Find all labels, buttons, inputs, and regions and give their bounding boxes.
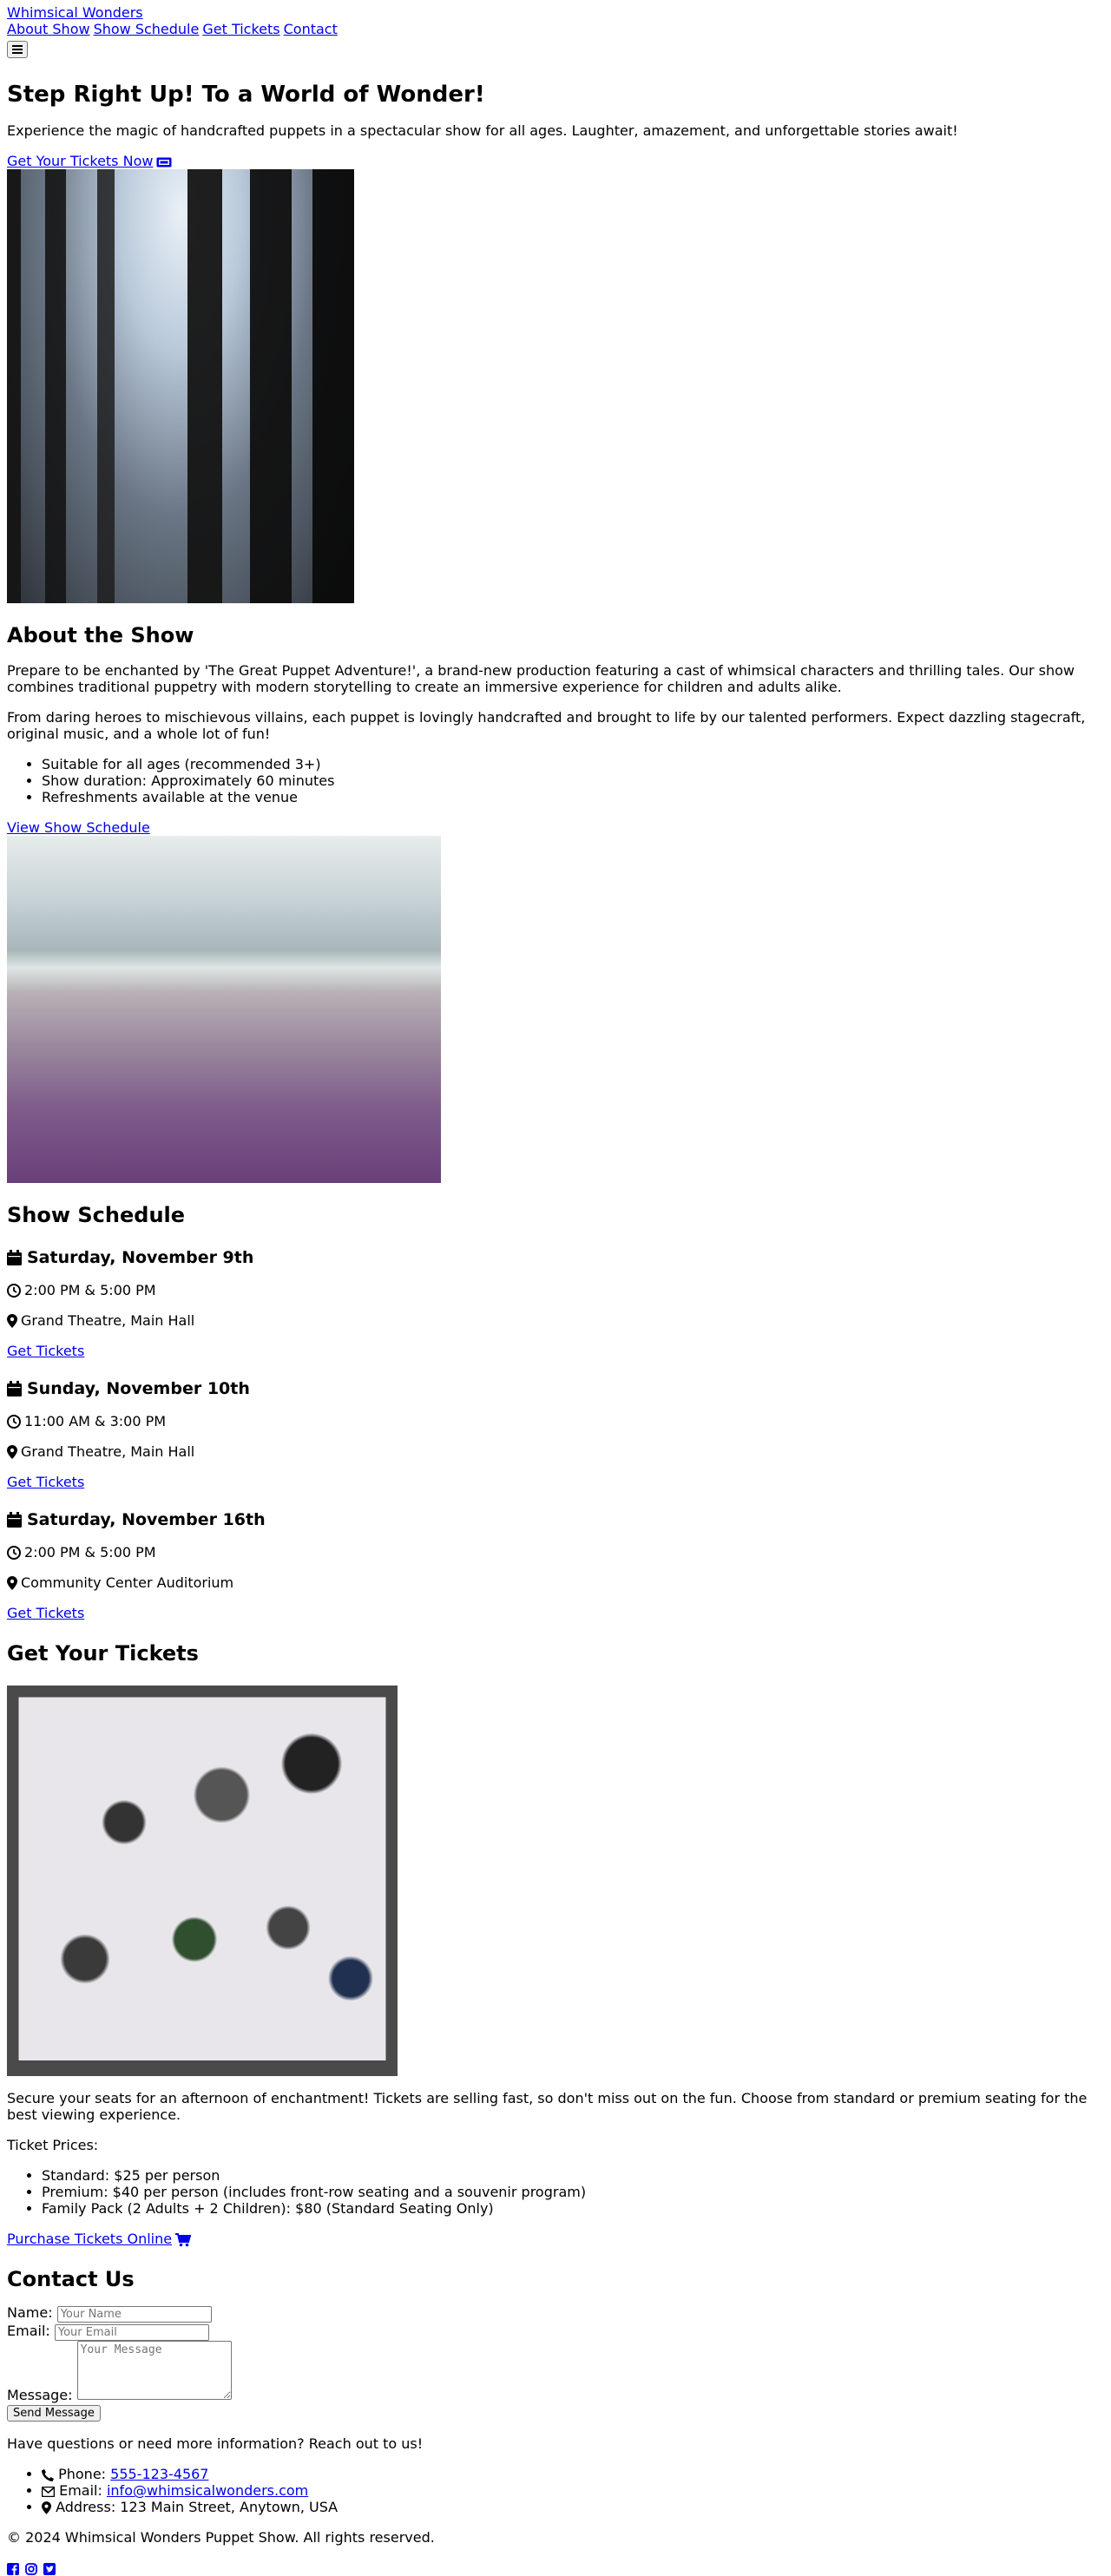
name-label: Name: bbox=[7, 2304, 53, 2321]
twitter-icon bbox=[43, 2562, 56, 2575]
map-marker-icon bbox=[7, 1444, 17, 1459]
show-date: Sunday, November 10th bbox=[7, 1378, 1104, 1399]
hero-image-forest bbox=[7, 169, 354, 603]
contact-phone-item: Phone: 555-123-4567 bbox=[42, 2466, 1104, 2482]
about-title: About the Show bbox=[7, 623, 194, 647]
clock-icon bbox=[7, 1414, 21, 1429]
about-section: About the Show Prepare to be enchanted b… bbox=[7, 622, 1104, 1183]
contact-form: Name: Email: Message: Send Message bbox=[7, 2304, 1104, 2422]
contact-title: Contact Us bbox=[7, 2267, 135, 2291]
show-date: Saturday, November 9th bbox=[7, 1247, 1104, 1268]
show-tickets-link[interactable]: Get Tickets bbox=[7, 1343, 84, 1359]
facebook-link[interactable] bbox=[7, 2560, 19, 2576]
cart-icon bbox=[175, 2232, 192, 2246]
facebook-icon bbox=[7, 2562, 19, 2575]
nav-link-about[interactable]: About Show bbox=[7, 21, 90, 37]
hero-section: Step Right Up! To a World of Wonder! Exp… bbox=[7, 81, 1104, 603]
email-link[interactable]: info@whimsicalwonders.com bbox=[107, 2482, 308, 2499]
name-field[interactable] bbox=[56, 2306, 212, 2323]
menu-toggle-button[interactable] bbox=[7, 41, 28, 58]
hero-title: Step Right Up! To a World of Wonder! bbox=[7, 82, 485, 108]
contact-address-item: Address: 123 Main Street, Anytown, USA bbox=[42, 2499, 1104, 2515]
phone-link[interactable]: 555-123-4567 bbox=[110, 2466, 208, 2482]
show-card: Saturday, November 16th 2:00 PM & 5:00 P… bbox=[7, 1509, 1104, 1621]
address-text: 123 Main Street, Anytown, USA bbox=[120, 2499, 339, 2515]
map-marker-icon bbox=[7, 1575, 17, 1590]
list-item: Premium: $40 per person (includes front-… bbox=[42, 2184, 1104, 2200]
main-nav: About Show Show Schedule Get Tickets Contac… bbox=[7, 21, 1104, 37]
show-venue: Community Center Auditorium bbox=[7, 1574, 1104, 1591]
about-feature-list: Suitable for all ages (recommended 3+) S… bbox=[7, 756, 1104, 805]
show-card: Sunday, November 10th 11:00 AM & 3:00 PM… bbox=[7, 1378, 1104, 1490]
tickets-image-parts bbox=[7, 1686, 398, 2076]
show-venue: Grand Theatre, Main Hall bbox=[7, 1443, 1104, 1460]
phone-icon bbox=[42, 2468, 54, 2481]
about-image-beach bbox=[7, 836, 441, 1183]
contact-info-list: Phone: 555-123-4567 Email: info@whimsica… bbox=[7, 2466, 1104, 2515]
map-marker-icon bbox=[7, 1313, 17, 1328]
view-schedule-link[interactable]: View Show Schedule bbox=[7, 819, 150, 836]
list-item: Show duration: Approximately 60 minutes bbox=[42, 772, 1104, 789]
list-item: Family Pack (2 Adults + 2 Children): $80… bbox=[42, 2200, 1104, 2217]
calendar-icon bbox=[7, 1512, 22, 1528]
site-footer: © 2024 Whimsical Wonders Puppet Show. Al… bbox=[7, 2529, 1104, 2576]
nav-link-contact[interactable]: Contact bbox=[284, 21, 338, 37]
email-field[interactable] bbox=[54, 2324, 209, 2341]
nav-link-schedule[interactable]: Show Schedule bbox=[94, 21, 200, 37]
twitter-link[interactable] bbox=[43, 2560, 56, 2576]
envelope-icon bbox=[42, 2486, 55, 2497]
about-paragraph-2: From daring heroes to mischievous villai… bbox=[7, 709, 1086, 742]
instagram-icon bbox=[25, 2562, 37, 2575]
show-venue: Grand Theatre, Main Hall bbox=[7, 1312, 1104, 1329]
ticket-icon bbox=[156, 157, 172, 167]
clock-icon bbox=[7, 1283, 21, 1298]
contact-email-item: Email: info@whimsicalwonders.com bbox=[42, 2482, 1104, 2499]
show-time: 11:00 AM & 3:00 PM bbox=[7, 1413, 1104, 1429]
nav-link-tickets[interactable]: Get Tickets bbox=[202, 21, 279, 37]
show-tickets-link[interactable]: Get Tickets bbox=[7, 1474, 84, 1490]
email-label: Email: bbox=[7, 2323, 50, 2339]
show-date: Saturday, November 16th bbox=[7, 1509, 1104, 1530]
contact-section: Contact Us Name: Email: Message: Send Me… bbox=[7, 2266, 1104, 2515]
show-card: Saturday, November 9th 2:00 PM & 5:00 PM… bbox=[7, 1247, 1104, 1359]
purchase-tickets-label: Purchase Tickets Online bbox=[7, 2231, 173, 2247]
list-item: Standard: $25 per person bbox=[42, 2167, 1104, 2184]
hamburger-icon bbox=[12, 45, 23, 54]
message-label: Message: bbox=[7, 2387, 73, 2403]
site-logo-link[interactable]: Whimsical Wonders bbox=[7, 4, 143, 21]
calendar-icon bbox=[7, 1250, 22, 1265]
tickets-section: Get Your Tickets Secure your seats for a… bbox=[7, 1640, 1104, 2247]
show-time: 2:00 PM & 5:00 PM bbox=[7, 1544, 1104, 1561]
ticket-prices-label: Ticket Prices: bbox=[7, 2137, 99, 2153]
show-time: 2:00 PM & 5:00 PM bbox=[7, 1282, 1104, 1298]
tickets-intro: Secure your seats for an afternoon of en… bbox=[7, 2090, 1088, 2123]
social-links bbox=[7, 2560, 1104, 2576]
page: Whimsical Wonders About Show Show Schedul… bbox=[0, 0, 1111, 2576]
list-item: Suitable for all ages (recommended 3+) bbox=[42, 756, 1104, 772]
show-tickets-link[interactable]: Get Tickets bbox=[7, 1605, 84, 1621]
instagram-link[interactable] bbox=[25, 2560, 37, 2576]
calendar-icon bbox=[7, 1381, 22, 1396]
copyright-text: © 2024 Whimsical Wonders Puppet Show. Al… bbox=[7, 2529, 435, 2546]
hero-cta-link[interactable]: Get Your Tickets Now bbox=[7, 153, 172, 169]
send-message-button[interactable]: Send Message bbox=[7, 2405, 101, 2422]
schedule-section: Show Schedule Saturday, November 9th 2:0… bbox=[7, 1202, 1104, 1621]
schedule-title: Show Schedule bbox=[7, 1203, 186, 1227]
hero-subtitle: Experience the magic of handcrafted pupp… bbox=[7, 122, 958, 139]
ticket-price-list: Standard: $25 per person Premium: $40 pe… bbox=[7, 2167, 1104, 2217]
site-header: Whimsical Wonders About Show Show Schedul… bbox=[7, 0, 1104, 58]
clock-icon bbox=[7, 1545, 21, 1560]
contact-intro: Have questions or need more information?… bbox=[7, 2435, 424, 2452]
tickets-title: Get Your Tickets bbox=[7, 1641, 199, 1666]
purchase-tickets-link[interactable]: Purchase Tickets Online bbox=[7, 2231, 192, 2247]
map-marker-icon bbox=[42, 2501, 51, 2514]
hero-cta-label: Get Your Tickets Now bbox=[7, 153, 154, 169]
message-field[interactable] bbox=[76, 2341, 232, 2400]
list-item: Refreshments available at the venue bbox=[42, 789, 1104, 805]
about-paragraph-1: Prepare to be enchanted by 'The Great Pu… bbox=[7, 662, 1075, 695]
